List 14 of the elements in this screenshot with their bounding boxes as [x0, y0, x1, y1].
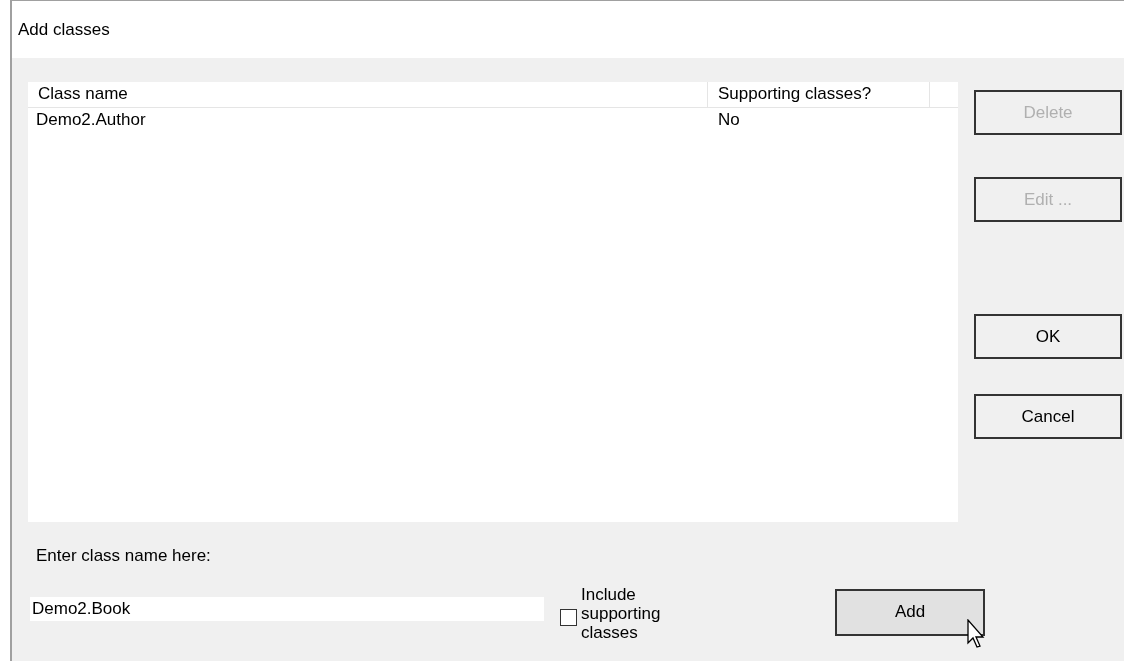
add-button[interactable]: Add — [835, 588, 985, 636]
cursor-icon — [967, 618, 987, 649]
field-label: Enter class name here: — [36, 545, 212, 567]
column-header[interactable]: Class name — [28, 82, 708, 107]
class-name-field[interactable]: Demo2.Book — [30, 596, 544, 621]
table-row[interactable]: Demo2.Author No — [28, 108, 958, 132]
dialog-button[interactable]: OK — [974, 314, 1122, 359]
window-title: Add classes — [18, 18, 110, 41]
checkbox-label[interactable]: Include supporting classes — [581, 584, 691, 642]
checkbox[interactable] — [560, 608, 577, 626]
column-header[interactable]: Supporting classes? — [708, 82, 930, 107]
table-cell-text: No — [717, 109, 741, 132]
dialog-button[interactable]: Cancel — [974, 394, 1122, 439]
table-cell-text: Demo2.Author — [35, 109, 147, 132]
